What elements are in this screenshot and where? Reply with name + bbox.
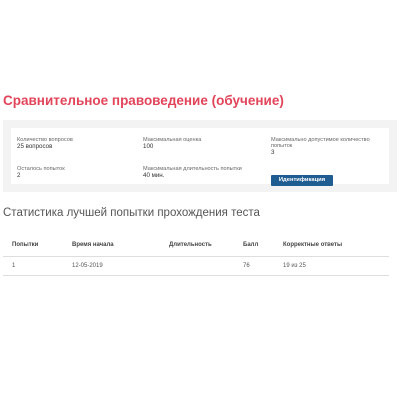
attempts-left-field: Осталось попыток 2 xyxy=(17,166,65,179)
question-count-field: Количество вопросов 25 вопросов xyxy=(17,137,73,150)
max-attempts-value: 3 xyxy=(271,149,275,156)
max-score-value: 100 xyxy=(143,143,154,150)
cell-correct-answers: 19 из 25 xyxy=(274,256,389,276)
identification-button[interactable]: Идентификация xyxy=(271,175,333,186)
column-header-start-time: Время начала xyxy=(63,240,160,257)
cell-duration xyxy=(160,256,234,276)
attempts-left-label: Осталось попыток xyxy=(17,166,65,172)
question-count-value: 25 вопросов xyxy=(17,143,53,150)
table-row: 1 12-05-2019 76 19 из 25 xyxy=(3,256,389,276)
results-header-row: Попытки Время начала Длительность Балл К… xyxy=(3,240,389,257)
attempts-left-value: 2 xyxy=(17,172,21,179)
max-attempts-field: Максимально допустимое количество попыто… xyxy=(271,137,381,156)
column-header-duration: Длительность xyxy=(160,240,234,257)
max-duration-field: Максимальная длительность попытки 40 мин… xyxy=(143,166,242,179)
cell-score: 76 xyxy=(234,256,274,276)
column-header-attempts: Попытки xyxy=(3,240,63,257)
cell-attempt: 1 xyxy=(3,256,63,276)
column-header-score: Балл xyxy=(234,240,274,257)
page-title: Сравнительное правоведение (обучение) xyxy=(3,93,284,108)
results-table: Попытки Время начала Длительность Балл К… xyxy=(3,240,389,276)
max-duration-value: 40 мин. xyxy=(143,172,165,179)
max-score-field: Максимальная оценка 100 xyxy=(143,137,201,150)
test-info-panel: Количество вопросов 25 вопросов Максимал… xyxy=(3,120,397,192)
column-header-correct-answers: Корректные ответы xyxy=(274,240,389,257)
stats-title: Статистика лучшей попытки прохождения те… xyxy=(3,207,260,219)
test-info-card: Количество вопросов 25 вопросов Максимал… xyxy=(11,128,389,186)
max-attempts-label: Максимально допустимое количество попыто… xyxy=(271,137,370,149)
cell-start-time: 12-05-2019 xyxy=(63,256,160,276)
